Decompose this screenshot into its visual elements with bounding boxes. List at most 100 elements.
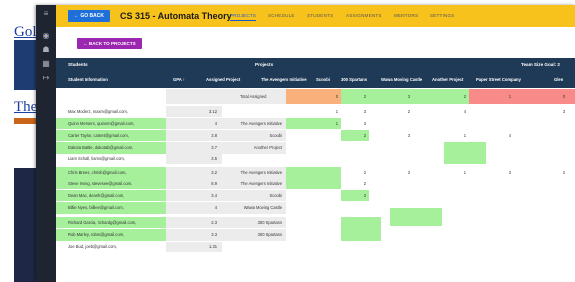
student-email: Liam Schall, liams@gmail.com, — [68, 156, 125, 161]
table-row[interactable]: Liam Schall, liams@gmail.com, 3.5 — [56, 154, 575, 164]
student-gpa: 1.31 — [209, 244, 217, 249]
tab-students[interactable]: STUDENTS — [307, 13, 333, 18]
eye-icon[interactable]: ◉ — [40, 31, 52, 41]
nav-rail: ≡ ◉ ☗ ▦ ↦ — [36, 5, 56, 282]
preference[interactable]: 3 — [354, 190, 366, 201]
background-banner — [14, 118, 36, 124]
background-logo — [14, 40, 36, 90]
assigned-project: Another Project — [253, 145, 282, 150]
totals-row: Total Assigned 0 2 3 2 1 0 0 — [56, 89, 575, 104]
student-gpa: 3.3 — [211, 232, 217, 237]
student-gpa: 8.9 — [211, 181, 217, 186]
total-value: 2 — [363, 94, 366, 99]
preference[interactable]: 2 — [354, 130, 366, 141]
assigned-project: 300 Spartans — [257, 232, 282, 237]
tab-projects[interactable]: PROJECTS — [230, 13, 257, 21]
preference[interactable]: 1 — [326, 106, 338, 117]
student-gpa: 2.3 — [211, 220, 217, 225]
background-link[interactable]: Gol — [14, 24, 37, 41]
table-row[interactable]: Joe Bud, joeb@gmail.com, 1.31 — [56, 242, 575, 252]
preference[interactable]: 3 — [398, 130, 410, 141]
table-row[interactable]: Quinn Mersers, quinnm@gmail.com, 4 The A… — [56, 118, 575, 129]
student-email: Carter Taylor, cartert@gmail.com, — [68, 133, 129, 138]
table-row[interactable]: Chris Brees, chrisb@gmail.com, 3.2 The A… — [56, 167, 575, 189]
student-email: Rob Marley, robm@gmail.com, — [68, 232, 125, 237]
preference[interactable]: 3 — [354, 118, 366, 129]
assigned-project: The Avengers Initiative — [240, 170, 282, 175]
preference[interactable]: 1 — [454, 130, 466, 141]
preference[interactable]: 2 — [398, 106, 410, 117]
table-group-header: Students Projects Team Size Goal: 2 — [56, 58, 575, 72]
preference[interactable]: 3 — [553, 106, 565, 117]
student-gpa: 3.7 — [211, 145, 217, 150]
student-email: Billie Nyes, billiee@gmail.com, — [68, 205, 124, 210]
table-column-header: Student Information GPA ↑ Assigned Proje… — [56, 72, 575, 98]
table-row[interactable]: Steve Irving, stevesee@gmail.com, 8.9 Th… — [56, 178, 575, 189]
col-project[interactable]: 300 Spartans — [341, 72, 367, 88]
preference[interactable]: 3 — [499, 167, 511, 178]
col-assigned-project[interactable]: Assigned Project — [206, 72, 240, 88]
total-label: Total Assigned — [240, 94, 267, 99]
table-row[interactable]: Billie Nyes, billiee@gmail.com, 4 Wawa M… — [56, 202, 575, 226]
total-value: 0 — [335, 94, 338, 99]
background-panel — [14, 168, 36, 282]
col-student-info[interactable]: Student Information — [68, 72, 108, 88]
menu-icon[interactable]: ≡ — [40, 9, 52, 19]
col-project[interactable]: The Avengers Initiative — [261, 72, 307, 88]
app-window: ≡ ◉ ☗ ▦ ↦ ← GO BACK CS 315 - Automata Th… — [36, 5, 575, 282]
preference[interactable]: 2 — [553, 167, 565, 178]
col-project[interactable]: Wawa Moving Castle — [381, 72, 422, 88]
go-back-button[interactable]: ← GO BACK — [68, 10, 110, 22]
preference[interactable]: 4 — [454, 106, 466, 117]
table-row[interactable]: Rob Marley, robm@gmail.com, 3.3 300 Spar… — [56, 229, 575, 241]
total-value: 1 — [508, 94, 511, 99]
table-row[interactable]: Max Moderz, maxm@gmail.com, 3.12 1 3 2 4… — [56, 106, 575, 117]
student-gpa: 4 — [214, 121, 217, 126]
assigned-project: 300 Spartans — [257, 220, 282, 225]
tab-mentors[interactable]: MENTORS — [394, 13, 418, 18]
tab-settings[interactable]: SETTINGS — [430, 13, 455, 18]
assigned-project: The Avengers Initiative — [240, 121, 282, 126]
tab-assignments[interactable]: ASSIGNMENTS — [346, 13, 382, 18]
col-gpa[interactable]: GPA ↑ — [173, 72, 185, 88]
table-row[interactable]: Richard Garcia, richardg@gmail.com, 2.3 … — [56, 217, 575, 241]
top-bar: ← GO BACK CS 315 - Automata Theory PROJE… — [56, 5, 575, 27]
assigned-project: The Avengers Initiative — [240, 181, 282, 186]
student-email: Quinn Mersers, quinnm@gmail.com, — [68, 121, 135, 126]
col-project[interactable]: Scoobi — [316, 72, 330, 88]
table-row[interactable]: Carter Taylor, cartert@gmail.com, 3.8 Sc… — [56, 130, 575, 141]
preference[interactable]: 4 — [499, 130, 511, 141]
total-value: 2 — [463, 94, 466, 99]
col-project[interactable]: Paper Street Company — [476, 72, 521, 88]
student-email: Dean Mac, deanh@gmail.com, — [68, 193, 125, 198]
student-email: Max Moderz, maxm@gmail.com, — [68, 109, 128, 114]
preference[interactable]: 3 — [398, 167, 410, 178]
student-gpa: 3.2 — [211, 170, 217, 175]
student-gpa: 3.5 — [211, 156, 217, 161]
preference[interactable]: 1 — [454, 167, 466, 178]
logout-icon[interactable]: ↦ — [40, 73, 52, 83]
assigned-project: Wawa Moving Castle — [243, 205, 282, 210]
students-group-label: Students — [68, 62, 88, 67]
preference[interactable]: 3 — [354, 106, 366, 117]
table-row[interactable]: Dakota Battle, dakotab@gmail.com, 3.7 An… — [56, 142, 575, 164]
student-gpa: 3.4 — [211, 193, 217, 198]
preference[interactable]: 1 — [326, 118, 338, 129]
col-project[interactable]: Another Project — [432, 72, 463, 88]
student-gpa: 4 — [214, 205, 217, 210]
student-email: Chris Brees, chrisb@gmail.com, — [68, 170, 127, 175]
student-email: Dakota Battle, dakotab@gmail.com, — [68, 145, 134, 150]
student-email: Joe Bud, joeb@gmail.com, — [68, 244, 117, 249]
preference[interactable]: 2 — [354, 178, 366, 189]
back-to-projects-button[interactable]: ← BACK TO PROJECTS — [77, 38, 142, 49]
table-row[interactable]: Dean Mac, deanh@gmail.com, 3.4 Scoobi 3 — [56, 190, 575, 201]
student-email: Steve Irving, stevesee@gmail.com, — [68, 181, 133, 186]
tab-schedule[interactable]: SCHEDULE — [268, 13, 295, 18]
people-icon[interactable]: ☗ — [40, 45, 52, 55]
calendar-icon[interactable]: ▦ — [40, 59, 52, 69]
background-link[interactable]: The — [14, 99, 37, 116]
course-title: CS 315 - Automata Theory — [120, 11, 232, 21]
team-size-goal: Team Size Goal: 2 — [521, 62, 560, 67]
preference[interactable]: 2 — [354, 167, 366, 178]
student-gpa: 3.12 — [209, 109, 217, 114]
